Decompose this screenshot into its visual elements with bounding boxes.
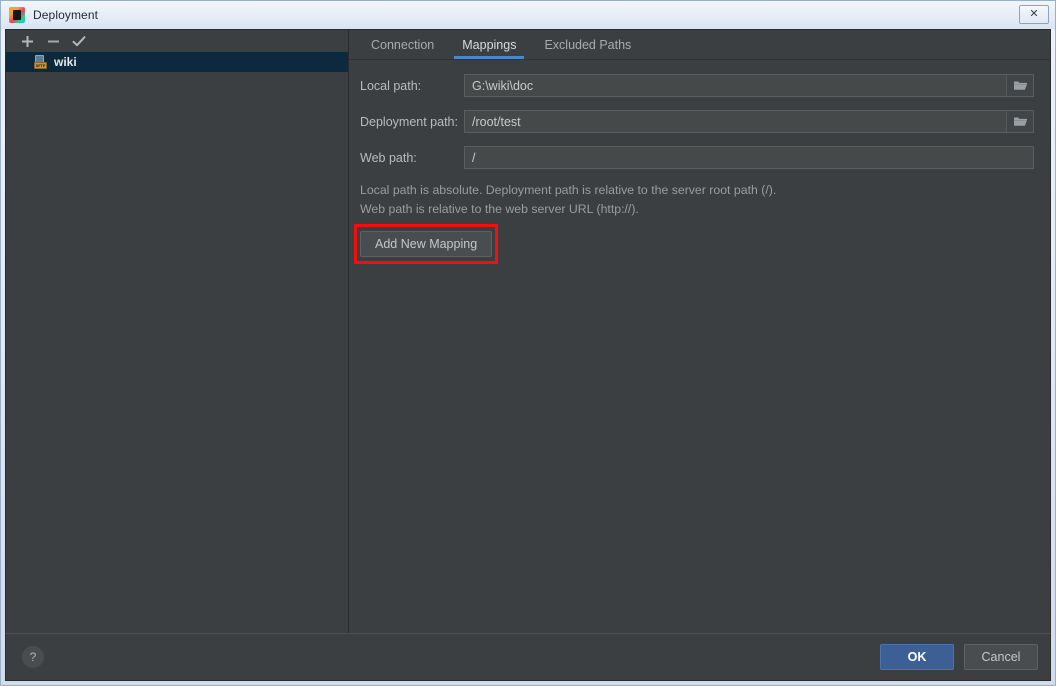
- plus-icon: [21, 35, 33, 47]
- tab-bar: Connection Mappings Excluded Paths: [349, 30, 1050, 60]
- local-path-browse-button[interactable]: [1006, 75, 1033, 96]
- deployment-path-label: Deployment path:: [360, 114, 458, 129]
- folder-icon: [1013, 81, 1027, 90]
- remove-server-button[interactable]: [40, 31, 66, 51]
- add-mapping-container: Add New Mapping: [354, 224, 499, 264]
- deployment-dialog: Deployment ✕ SFTP wiki Connection Mappin…: [0, 0, 1056, 686]
- use-as-default-button[interactable]: [66, 31, 92, 51]
- local-path-label: Local path:: [360, 78, 422, 93]
- tab-excluded-paths[interactable]: Excluded Paths: [530, 34, 645, 59]
- tab-mappings[interactable]: Mappings: [448, 34, 530, 59]
- web-path-label: Web path:: [360, 150, 417, 165]
- local-path-input[interactable]: G:\wiki\doc: [465, 75, 1006, 96]
- sftp-badge-label: SFTP: [34, 62, 47, 69]
- list-item[interactable]: SFTP wiki: [6, 52, 348, 72]
- dialog-content: SFTP wiki Connection Mappings Excluded P…: [5, 29, 1051, 633]
- settings-panel: Connection Mappings Excluded Paths Local…: [349, 30, 1050, 633]
- deployment-path-row: Deployment path: /root/test: [359, 110, 1034, 133]
- folder-icon: [1013, 117, 1027, 126]
- pycharm-icon: [9, 7, 25, 23]
- server-list[interactable]: SFTP wiki: [6, 52, 348, 633]
- web-path-field[interactable]: /: [464, 146, 1034, 169]
- tab-connection[interactable]: Connection: [357, 34, 448, 59]
- minus-icon: [47, 40, 59, 42]
- web-path-input[interactable]: /: [465, 147, 1033, 168]
- deployment-path-browse-button[interactable]: [1006, 111, 1033, 132]
- panes: SFTP wiki Connection Mappings Excluded P…: [6, 30, 1050, 633]
- window-title: Deployment: [33, 8, 99, 22]
- close-icon[interactable]: ✕: [1019, 5, 1049, 24]
- help-icon[interactable]: ?: [22, 646, 44, 668]
- hint-line-1: Local path is absolute. Deployment path …: [360, 183, 777, 197]
- dialog-footer: ? OK Cancel: [5, 633, 1051, 681]
- add-new-mapping-button[interactable]: Add New Mapping: [360, 231, 493, 257]
- check-icon: [72, 35, 86, 46]
- sftp-server-icon: SFTP: [34, 55, 48, 69]
- web-path-row: Web path: /: [359, 146, 1034, 169]
- server-list-toolbar: [6, 30, 348, 52]
- local-path-field[interactable]: G:\wiki\doc: [464, 74, 1034, 97]
- hint-line-2: Web path is relative to the web server U…: [360, 202, 639, 216]
- ok-button[interactable]: OK: [880, 644, 954, 670]
- cancel-button[interactable]: Cancel: [964, 644, 1038, 670]
- server-list-panel: SFTP wiki: [6, 30, 349, 633]
- deployment-path-input[interactable]: /root/test: [465, 111, 1006, 132]
- mappings-form: Local path: G:\wiki\doc Deployment path:…: [349, 60, 1050, 264]
- title-bar: Deployment ✕: [1, 1, 1055, 29]
- add-server-button[interactable]: [14, 31, 40, 51]
- local-path-row: Local path: G:\wiki\doc: [359, 74, 1034, 97]
- server-name-label: wiki: [54, 55, 77, 69]
- deployment-path-field[interactable]: /root/test: [464, 110, 1034, 133]
